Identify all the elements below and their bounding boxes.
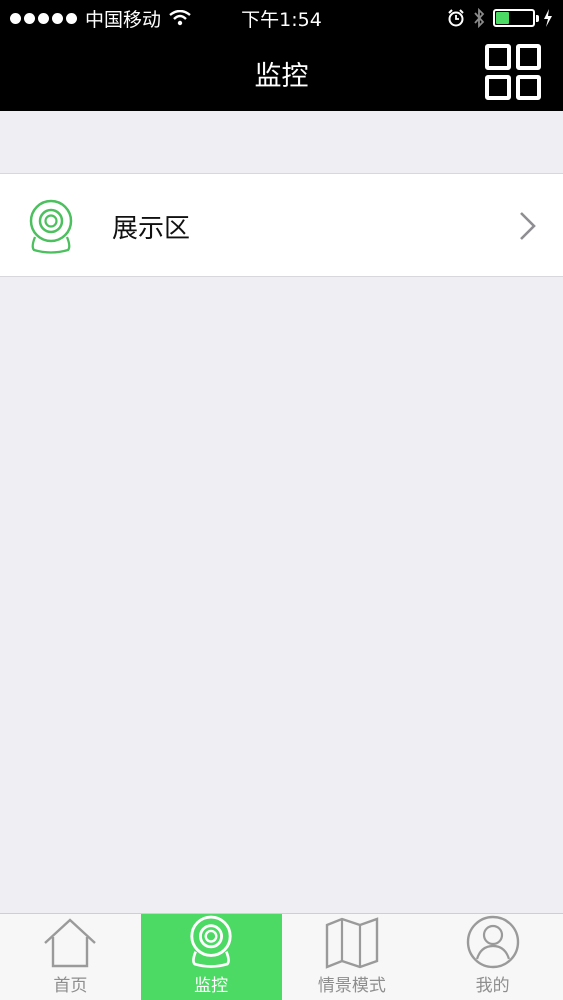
page-title: 监控 xyxy=(254,61,309,92)
battery-level xyxy=(496,12,509,24)
tab-monitor[interactable]: 监控 xyxy=(140,914,282,1000)
battery-icon xyxy=(493,9,539,27)
tab-label: 首页 xyxy=(53,976,88,996)
alarm-icon xyxy=(448,9,464,27)
camera-icon xyxy=(190,915,232,968)
bluetooth-icon xyxy=(474,8,485,28)
nav-bar: 监控 xyxy=(0,36,563,111)
wifi-icon xyxy=(169,10,191,26)
status-left: 中国移动 xyxy=(10,5,191,32)
camera-icon xyxy=(29,199,73,254)
signal-strength-icon xyxy=(10,12,77,24)
tab-label: 情景模式 xyxy=(317,976,386,996)
carrier-label: 中国移动 xyxy=(85,8,162,31)
tab-home[interactable]: 首页 xyxy=(0,914,141,1000)
home-icon xyxy=(44,918,97,968)
tab-label: 监控 xyxy=(194,976,229,996)
grid-icon[interactable] xyxy=(485,44,541,100)
tab-scenes[interactable]: 情景模式 xyxy=(282,914,423,1000)
status-bar: 中国移动 下午1:54 xyxy=(0,0,563,36)
charging-icon xyxy=(544,9,552,27)
list-item-label: 展示区 xyxy=(112,213,191,244)
map-icon xyxy=(325,917,379,969)
tab-label: 我的 xyxy=(475,976,510,996)
status-right xyxy=(447,8,553,28)
list-item[interactable]: 展示区 xyxy=(0,173,563,277)
tab-bar: 首页 监控 情景模式 我的 xyxy=(0,913,563,1000)
chevron-right-icon xyxy=(520,212,536,240)
tab-profile[interactable]: 我的 xyxy=(422,914,563,1000)
user-icon xyxy=(466,915,519,969)
